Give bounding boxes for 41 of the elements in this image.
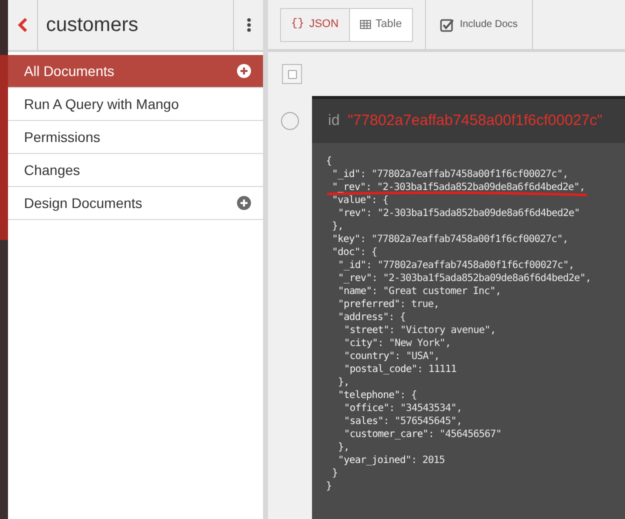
json-line: }: [332, 468, 338, 479]
add-icon[interactable]: [237, 64, 251, 78]
table-icon: [360, 20, 371, 29]
chevron-left-icon: [18, 17, 28, 33]
json-line: "_id": "77802a7eaffab7458a00f1f6cf00027c",: [338, 260, 574, 271]
json-line: },: [338, 442, 350, 453]
document-id: "77802a7eaffab7458a00f1f6cf00027c": [348, 110, 602, 131]
json-line: "year_joined": 2015: [338, 455, 445, 466]
more-icon: [246, 18, 250, 32]
nav-edge-strip: [0, 0, 8, 55]
json-line: "_rev": "2-303ba1f5ada852ba09de8a6f6d4bed2e",: [338, 273, 591, 284]
json-line: "street": "Victory avenue",: [344, 325, 496, 336]
json-line: "postal_code": 11111: [344, 364, 456, 375]
view-tab[interactable]: Table: [350, 8, 412, 40]
json-line: "_id": "77802a7eaffab7458a00f1f6cf00027c",: [332, 169, 568, 180]
json-line: "telephone": {: [338, 390, 417, 401]
json-line: "preferred": true,: [338, 299, 440, 310]
database-title: customers: [45, 13, 140, 38]
json-line: "city": "New York",: [344, 338, 451, 349]
include-docs-checkbox[interactable]: Include Docs: [426, 0, 533, 49]
json-line: "key": "77802a7eaffab7458a00f1f6cf00027c",: [332, 234, 568, 245]
json-line: }: [326, 481, 332, 492]
json-line: "sales": "576545645",: [344, 416, 462, 427]
json-line: "name": "Great customer Inc",: [338, 286, 502, 297]
json-line: "rev": "2-303ba1f5ada852ba09de8a6f6d4bed2e": [338, 208, 580, 219]
json-line: "value": {: [332, 195, 388, 206]
sidebar-item[interactable]: All Documents: [8, 55, 263, 88]
checkbox-icon: [440, 18, 454, 32]
json-line: {: [326, 156, 332, 167]
json-line: "country": "USA",: [344, 351, 440, 362]
json-line: "_rev": "2-303ba1f5ada852ba09de8a6f6d4bed2e",: [332, 182, 585, 193]
json-line: "customer_care": "456456567": [344, 429, 502, 440]
json-line: },: [332, 221, 344, 232]
json-line: "address": {: [338, 312, 406, 323]
json-line: "office": "34543534",: [344, 403, 462, 414]
id-label: id: [328, 110, 340, 131]
add-icon[interactable]: [237, 196, 251, 210]
document-radio[interactable]: [281, 112, 299, 130]
json-line: },: [338, 377, 350, 388]
select-all-checkbox[interactable]: [288, 70, 296, 78]
json-line: "doc": {: [332, 247, 377, 258]
